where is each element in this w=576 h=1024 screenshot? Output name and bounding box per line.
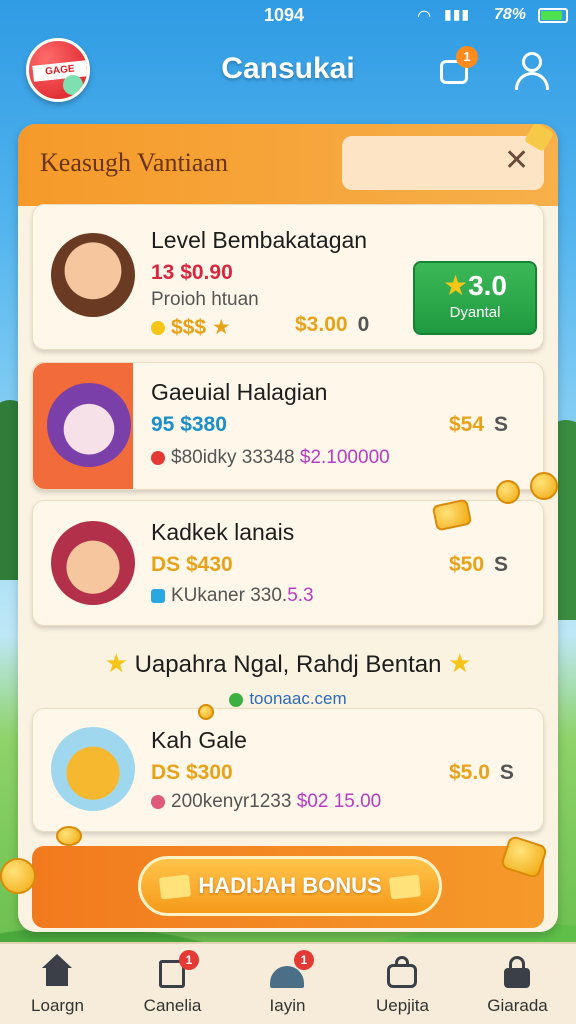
- nav-badge: 1: [294, 950, 314, 970]
- nav-item-iayin[interactable]: 1 Iayin: [230, 944, 345, 1024]
- close-icon[interactable]: ✕: [504, 146, 529, 176]
- card-subtitle: Proioh htuan: [151, 289, 259, 310]
- card-title: Kadkek lanais: [151, 519, 295, 545]
- claim-label: Dyantal: [449, 304, 501, 321]
- coin-icon: [56, 826, 82, 846]
- panel-title: Keasugh Vantiaan: [40, 148, 228, 177]
- coin-icon: [530, 472, 558, 500]
- star-icon: ★: [104, 648, 128, 678]
- battery-percent: 78%: [494, 6, 527, 23]
- coin-icon: [198, 704, 214, 720]
- nav-label: Uepjita: [376, 996, 429, 1015]
- status-time: 1094: [264, 5, 305, 25]
- card-subtitle: KUkaner 330.5.3: [151, 585, 314, 607]
- promo-title: ★ Uapahra Ngal, Rahdj Bentan ★: [104, 648, 472, 678]
- user-icon: [522, 52, 542, 72]
- ticket-icon: [159, 874, 192, 900]
- app-title: Cansukai: [221, 52, 355, 85]
- card-price: DS $430: [151, 553, 233, 576]
- card-price: 13 $0.90: [151, 261, 233, 284]
- nav-item-uepjita[interactable]: Uepjita: [345, 944, 460, 1024]
- bonus-button[interactable]: HADIJAH BONUS: [138, 856, 442, 916]
- boy-avatar: [51, 233, 135, 317]
- nav-item-giarada[interactable]: Giarada: [460, 944, 575, 1024]
- messages-button[interactable]: 1: [436, 46, 478, 88]
- card-side-value: $50 S: [449, 553, 509, 576]
- coin-icon: [496, 480, 520, 504]
- bonus-bar: HADIJAH BONUS: [32, 846, 544, 928]
- reward-card[interactable]: Level Bembakatagan 13 $0.90 Proioh htuan…: [32, 204, 544, 350]
- bottom-nav: Loargn 1 Canelia 1 Iayin Uepjita Giarada: [0, 942, 576, 1024]
- nav-badge: 1: [179, 950, 199, 970]
- status-bar: 1094 ◠ ▮▮▮ 78%: [0, 0, 576, 32]
- card-title: Gaeuial Halagian: [151, 379, 328, 405]
- helmet-icon: 1: [268, 950, 314, 990]
- nav-label: Giarada: [487, 996, 548, 1015]
- bag-icon: [383, 954, 421, 990]
- card-subtitle: 200kenyr1233 $02 15.00: [151, 791, 381, 813]
- home-icon: [38, 954, 76, 990]
- card-stars: $$$ ★: [151, 315, 231, 340]
- pirate-avatar: [51, 521, 135, 605]
- wifi-icon: ◠: [418, 8, 431, 25]
- nav-item-canelia[interactable]: 1 Canelia: [115, 944, 230, 1024]
- panel-header: Keasugh Vantiaan ✕: [18, 124, 558, 206]
- card-title: Level Bembakatagan: [151, 227, 368, 253]
- coin-icon: [0, 858, 36, 894]
- reward-card[interactable]: Kah Gale DS $300 200kenyr1233 $02 15.00 …: [32, 708, 544, 832]
- ticket-icon: [388, 874, 421, 900]
- card-side-value: $54 S: [449, 413, 509, 436]
- message-badge: 1: [456, 46, 478, 68]
- signal-icon: ▮▮▮: [444, 6, 471, 22]
- lock-icon: [498, 954, 536, 990]
- app-header: GAGE Cansukai 1: [0, 36, 576, 106]
- card-price: 95 $380: [151, 413, 227, 436]
- claim-value: ★3.0: [442, 270, 508, 301]
- rewards-panel: Keasugh Vantiaan ✕ Level Bembakatagan 13…: [18, 124, 558, 932]
- jester-avatar: [47, 383, 131, 467]
- card-subtitle: $80idky 33348 $2.100000: [151, 447, 390, 469]
- nav-label: Canelia: [143, 996, 202, 1015]
- panel-search-box[interactable]: ✕: [342, 136, 544, 190]
- nav-label: Loargn: [31, 996, 84, 1015]
- promo-section: ★ Uapahra Ngal, Rahdj Bentan ★ toonaac.c…: [18, 648, 558, 709]
- profile-button[interactable]: [512, 50, 552, 90]
- card-side-value: $3.00 0: [295, 313, 370, 336]
- card-title: Kah Gale: [151, 727, 247, 753]
- promo-link[interactable]: toonaac.cem: [18, 689, 558, 709]
- nav-label: Iayin: [269, 996, 306, 1015]
- document-icon: 1: [153, 950, 199, 990]
- reward-card[interactable]: Gaeuial Halagian 95 $380 $80idky 33348 $…: [32, 362, 544, 490]
- card-price: DS $300: [151, 761, 233, 784]
- nav-item-home[interactable]: Loargn: [0, 944, 115, 1024]
- battery-icon: [538, 8, 568, 23]
- treasure-chest-avatar: [51, 727, 135, 811]
- claim-button[interactable]: ★3.0 Dyantal: [413, 261, 537, 335]
- star-icon: ★: [448, 648, 472, 678]
- card-side-value: $5.0 S: [449, 761, 514, 784]
